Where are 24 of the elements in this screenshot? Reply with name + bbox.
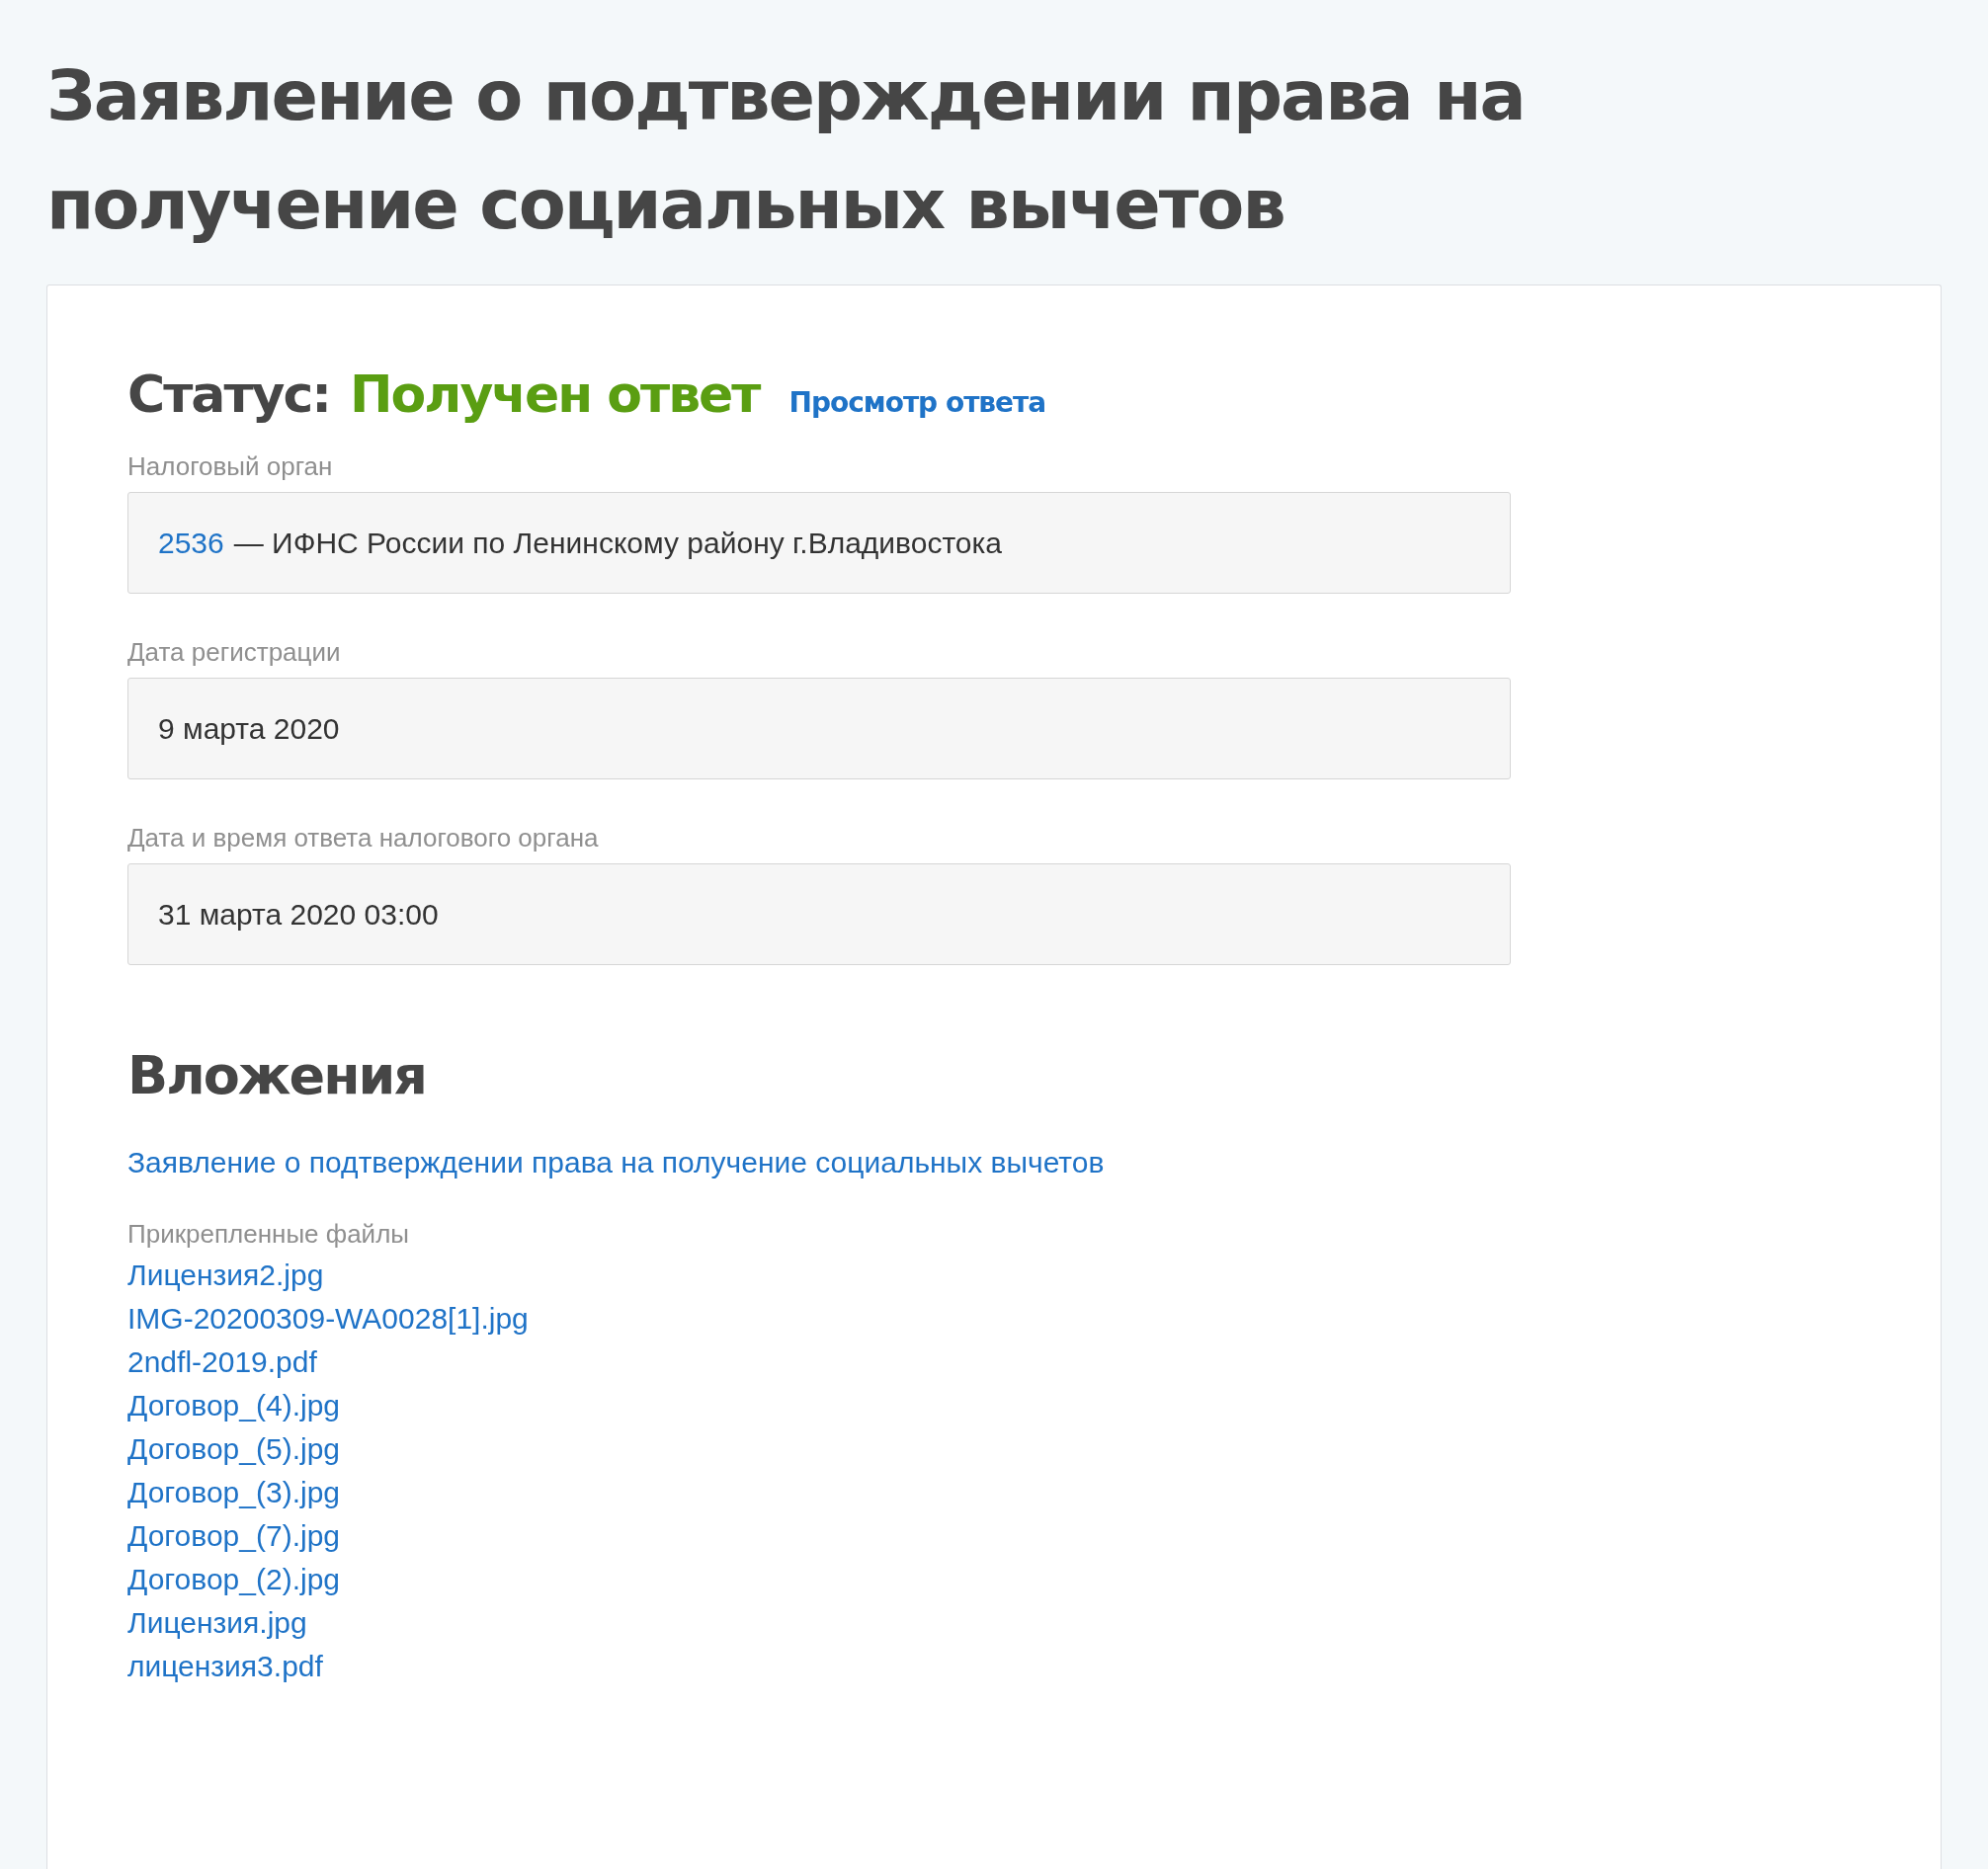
file-link[interactable]: Договор_(7).jpg [127, 1514, 340, 1558]
file-link[interactable]: Лицензия2.jpg [127, 1254, 324, 1297]
attachments-heading: Вложения [127, 1044, 427, 1106]
file-link[interactable]: Лицензия.jpg [127, 1601, 307, 1645]
file-link[interactable]: лицензия3.pdf [127, 1645, 323, 1688]
field-value: 9 марта 2020 [158, 711, 340, 746]
file-link[interactable]: 2ndfl-2019.pdf [127, 1341, 317, 1384]
status-value: Получен ответ [350, 365, 760, 424]
field-value: — ИФНС России по Ленинскому району г.Владивостока [233, 526, 1002, 560]
file-link[interactable]: Договор_(2).jpg [127, 1558, 340, 1601]
view-response-link[interactable]: Просмотр ответа [788, 386, 1046, 419]
file-link[interactable]: IMG-20200309-WA0028[1].jpg [127, 1297, 529, 1341]
field-label: Дата регистрации [127, 637, 342, 668]
file-link[interactable]: Договор_(5).jpg [127, 1427, 340, 1471]
field-value: 31 марта 2020 03:00 [158, 897, 439, 932]
document-link[interactable]: Заявление о подтверждении права на получение социальных вычетов [127, 1146, 1105, 1179]
file-link[interactable]: Договор_(4).jpg [127, 1384, 340, 1427]
page-title: Заявление о подтверждении права на получение социальных вычетов [46, 54, 1526, 247]
field-label: Налоговый орган [127, 451, 334, 482]
file-link[interactable]: Договор_(3).jpg [127, 1471, 340, 1514]
tax-office-code-link[interactable]: 2536 [158, 526, 224, 560]
files-label: Прикрепленные файлы [127, 1219, 410, 1250]
field-label: Дата и время ответа налогового органа [127, 823, 600, 853]
status-label: Статус: [127, 365, 331, 424]
